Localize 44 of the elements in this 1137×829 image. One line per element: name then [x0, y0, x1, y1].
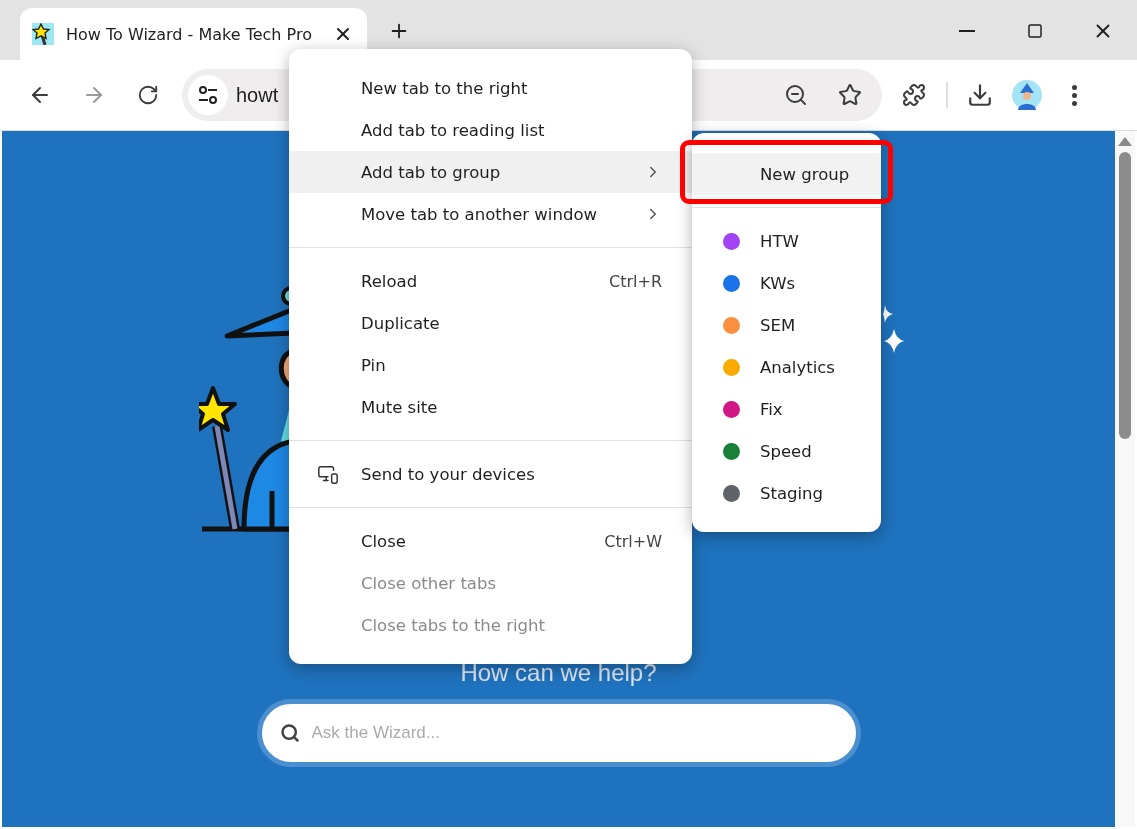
- menu-item[interactable]: New tab to the right: [289, 67, 692, 109]
- browser-tab[interactable]: How To Wizard - Make Tech Pro: [20, 8, 367, 60]
- menu-icon: [1071, 84, 1077, 106]
- menu-item[interactable]: Send to your devices: [289, 453, 692, 495]
- site-info-button[interactable]: [188, 75, 228, 115]
- menu-item[interactable]: Add tab to group: [289, 151, 692, 193]
- reload-icon: [137, 84, 159, 106]
- puzzle-icon: [902, 83, 926, 107]
- menu-item[interactable]: Reload Ctrl+R: [289, 260, 692, 302]
- menu-item[interactable]: New group: [692, 153, 881, 195]
- menu-item[interactable]: Duplicate: [289, 302, 692, 344]
- group-item[interactable]: HTW: [692, 220, 881, 262]
- group-item[interactable]: Analytics: [692, 346, 881, 388]
- favicon-icon: [32, 23, 54, 45]
- search-icon: [279, 723, 300, 743]
- zoom-out-icon: [784, 83, 808, 107]
- shortcut-text: Ctrl+R: [609, 271, 662, 291]
- group-item[interactable]: SEM: [692, 304, 881, 346]
- menu-item[interactable]: Mute site: [289, 386, 692, 428]
- group-item[interactable]: Speed: [692, 430, 881, 472]
- address-text: howt: [236, 83, 279, 107]
- download-icon: [967, 82, 993, 108]
- profile-avatar[interactable]: [1012, 80, 1042, 110]
- search-bar[interactable]: Ask the Wizard...: [256, 699, 861, 767]
- tab-title: How To Wizard - Make Tech Pro: [66, 24, 313, 44]
- menu-item[interactable]: Add tab to reading list: [289, 109, 692, 151]
- tune-icon: [197, 84, 219, 106]
- minimize-icon: [959, 30, 975, 32]
- menu-item[interactable]: Move tab to another window: [289, 193, 692, 235]
- help-heading: How can we help?: [460, 659, 657, 687]
- menu-item[interactable]: Close Ctrl+W: [289, 520, 692, 562]
- group-item[interactable]: KWs: [692, 262, 881, 304]
- maximize-icon: [1027, 23, 1043, 39]
- menu-item[interactable]: Pin: [289, 344, 692, 386]
- star-icon: [838, 83, 862, 107]
- devices-icon: [317, 463, 339, 485]
- scrollbar[interactable]: [1115, 131, 1135, 827]
- avatar-icon: [1012, 80, 1042, 110]
- group-item[interactable]: Staging: [692, 472, 881, 514]
- group-item[interactable]: Fix: [692, 388, 881, 430]
- shortcut-text: Ctrl+W: [604, 531, 662, 551]
- sparkle-icon: [883, 329, 904, 353]
- search-field[interactable]: Ask the Wizard...: [309, 722, 838, 744]
- sparkle-icon: [882, 305, 893, 323]
